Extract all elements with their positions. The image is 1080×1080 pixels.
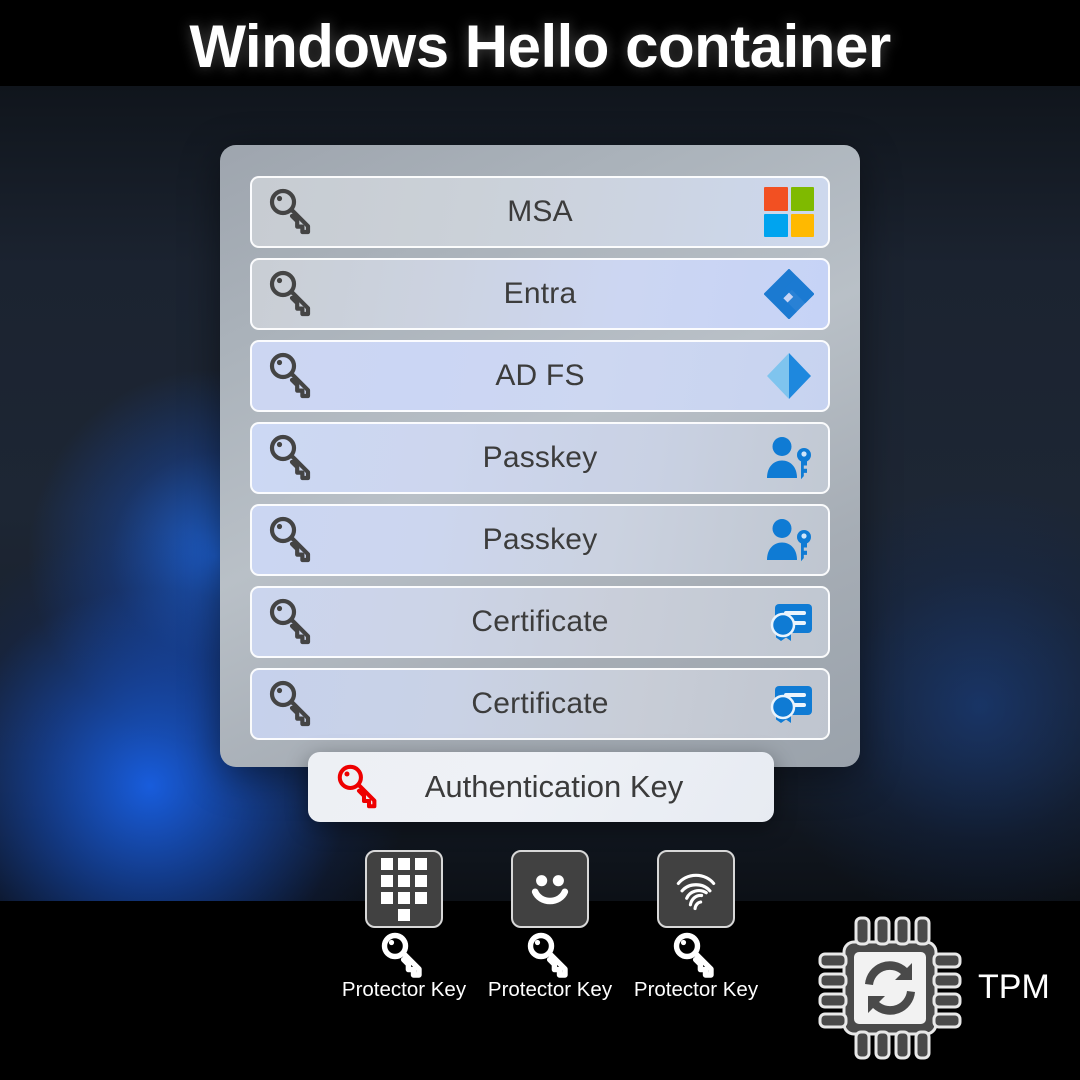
credential-row[interactable]: Certificate <box>250 668 830 740</box>
protector-key-label: Protector Key <box>633 978 759 1001</box>
credential-row[interactable]: Passkey <box>250 504 830 576</box>
windows-hello-container-panel: MSA Entra AD FS Passkey Passkey Certificate Ce… <box>220 145 860 767</box>
credential-row[interactable]: MSA <box>250 176 830 248</box>
entra-logo-icon <box>764 269 814 319</box>
protector-key-label: Protector Key <box>487 978 613 1001</box>
pin-keypad-icon <box>381 857 427 904</box>
page-title: Windows Hello container <box>189 12 891 80</box>
screenshot-root: Windows Hello container MSA Entra AD FS Pas… <box>0 0 1080 1080</box>
face-smile-icon <box>511 850 589 928</box>
credential-row-label: Entra <box>503 277 577 310</box>
credential-row-label: AD FS <box>495 359 585 392</box>
credential-row-label: MSA <box>507 195 573 228</box>
passkey-user-icon <box>764 433 814 483</box>
key-icon <box>266 432 318 484</box>
key-icon <box>266 350 318 402</box>
key-icon <box>334 762 384 812</box>
protector-key-label: Protector Key <box>341 978 467 1001</box>
certificate-icon <box>764 679 814 729</box>
key-icon <box>378 930 430 982</box>
passkey-user-icon <box>764 515 814 565</box>
pin-keypad-icon <box>365 850 443 928</box>
credential-row-label: Passkey <box>482 523 598 556</box>
credential-row[interactable]: AD FS <box>250 340 830 412</box>
adfs-logo-icon <box>764 351 814 401</box>
key-icon <box>524 930 576 982</box>
key-icon <box>266 678 318 730</box>
key-icon <box>266 186 318 238</box>
key-icon <box>266 268 318 320</box>
certificate-icon <box>764 597 814 647</box>
protector-key-group: Protector Key Protector Key Protector Key <box>334 850 758 1010</box>
microsoft-logo-icon <box>764 187 814 237</box>
tpm-label: TPM <box>978 968 1050 1006</box>
credential-row-label: Certificate <box>471 687 609 720</box>
credential-row[interactable]: Passkey <box>250 422 830 494</box>
key-icon <box>670 930 722 982</box>
credential-row-label: Certificate <box>471 605 609 638</box>
tpm-chip-refresh-icon <box>810 908 970 1068</box>
credential-row[interactable]: Certificate <box>250 586 830 658</box>
authentication-key-card[interactable]: Authentication Key <box>308 752 774 822</box>
protector-key-item[interactable]: Protector Key <box>626 850 766 1002</box>
fingerprint-icon <box>657 850 735 928</box>
key-icon <box>266 514 318 566</box>
tpm-group: TPM <box>810 905 1080 1070</box>
protector-key-item[interactable]: Protector Key <box>480 850 620 1002</box>
credential-row-label: Passkey <box>482 441 598 474</box>
credential-row[interactable]: Entra <box>250 258 830 330</box>
key-icon <box>266 596 318 648</box>
protector-key-item[interactable]: Protector Key <box>334 850 474 1002</box>
credential-row-list: MSA Entra AD FS Passkey Passkey Certificate Ce… <box>250 176 830 750</box>
